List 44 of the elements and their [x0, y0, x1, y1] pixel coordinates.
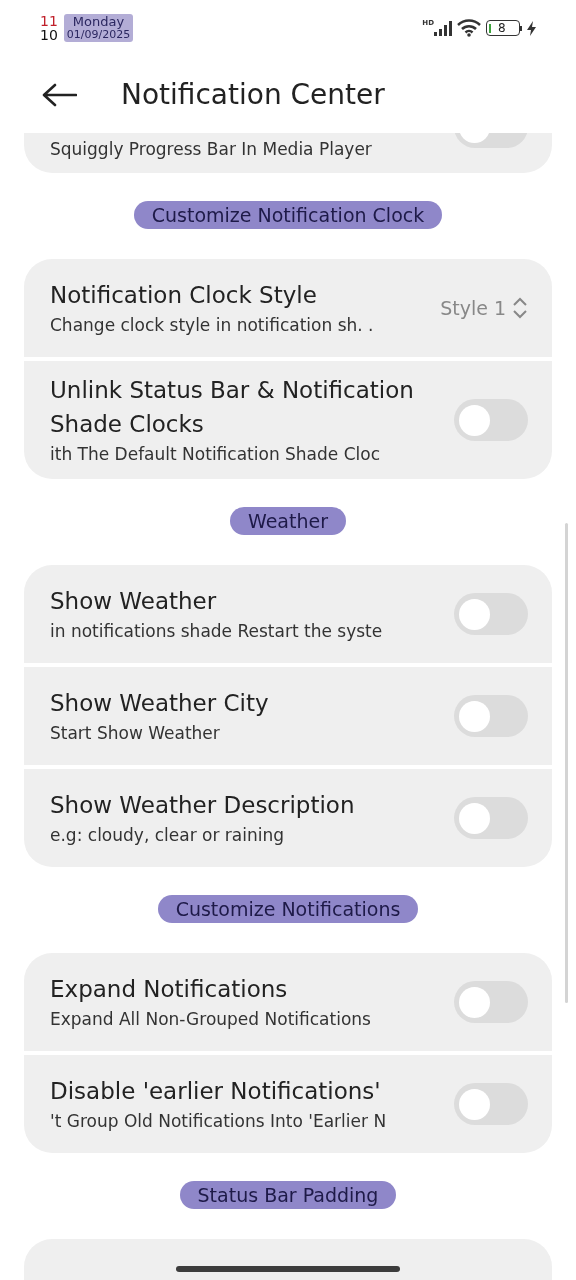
date-label: 01/09/2025: [66, 28, 131, 41]
row-subtitle: in notifications shade Restart the syste: [50, 620, 384, 643]
day-label: Monday: [72, 15, 125, 28]
row-title: Notification Clock Style: [50, 281, 318, 310]
chevron-up-down-icon[interactable]: [512, 296, 528, 320]
wifi-icon: [457, 19, 481, 37]
clock-hour: 11: [40, 14, 58, 28]
settings-row[interactable]: Show Weather Description e.g: cloudy, clear or raining: [24, 769, 552, 867]
toggle-switch[interactable]: [454, 399, 528, 441]
toggle-switch[interactable]: [454, 695, 528, 737]
row-title: Unlink Status Bar & Notification Shade Clocks: [50, 376, 415, 439]
page-title: Notification Center: [121, 76, 385, 113]
row-subtitle: 't Group Old Notifications Into 'Earlier N: [50, 1110, 388, 1133]
row-subtitle: Expand All Non-Grouped Notifications: [50, 1008, 372, 1031]
battery-level: 8: [498, 22, 506, 34]
back-icon[interactable]: [42, 82, 77, 107]
row-title: Show Weather: [50, 587, 218, 616]
settings-row[interactable]: Disable 'earlier Notifications' 't Group Old Notifications Into 'Earlier N: [24, 1055, 552, 1153]
section-header: Customize Notification Clock: [133, 201, 443, 229]
settings-row[interactable]: Show Weather City Start Show Weather: [24, 667, 552, 765]
signal-icon: [434, 20, 452, 36]
toggle-switch[interactable]: [454, 593, 528, 635]
home-indicator[interactable]: [176, 1266, 400, 1272]
toggle-switch[interactable]: [454, 981, 528, 1023]
row-title: Expand Notifications: [50, 975, 289, 1004]
section-header: Status Bar Padding: [179, 1181, 397, 1209]
row-subtitle: Start Show Weather: [50, 722, 221, 745]
toggle-switch[interactable]: [454, 797, 528, 839]
settings-row[interactable]: Show Weather in notifications shade Restart the syste: [24, 565, 552, 663]
row-title: Disable 'earlier Notifications': [50, 1077, 382, 1106]
row-title: Show Weather City: [50, 689, 270, 718]
row-subtitle: Change clock style in notification sh. .: [50, 314, 375, 337]
settings-row[interactable]: Notification Clock Style Change clock style in notification sh. . Style 1: [24, 259, 552, 357]
clock-minute: 10: [40, 28, 58, 42]
row-title: Show Weather Description: [50, 791, 356, 820]
row-subtitle: ith The Default Notification Shade Cloc: [50, 443, 382, 466]
settings-row[interactable]: Expand Notifications Expand All Non-Grouped Notifications: [24, 953, 552, 1051]
row-subtitle: e.g: cloudy, clear or raining: [50, 824, 285, 847]
charging-icon: [527, 20, 536, 36]
toggle-switch[interactable]: [454, 1083, 528, 1125]
section-header: Customize Notifications: [157, 895, 419, 923]
settings-row[interactable]: Unlink Status Bar & Notification Shade Clocks ith The Default Notification Shade Cloc: [24, 361, 552, 479]
row-subtitle: Squiggly Progress Bar In Media Player: [50, 138, 373, 161]
section-header: Weather: [230, 507, 346, 535]
